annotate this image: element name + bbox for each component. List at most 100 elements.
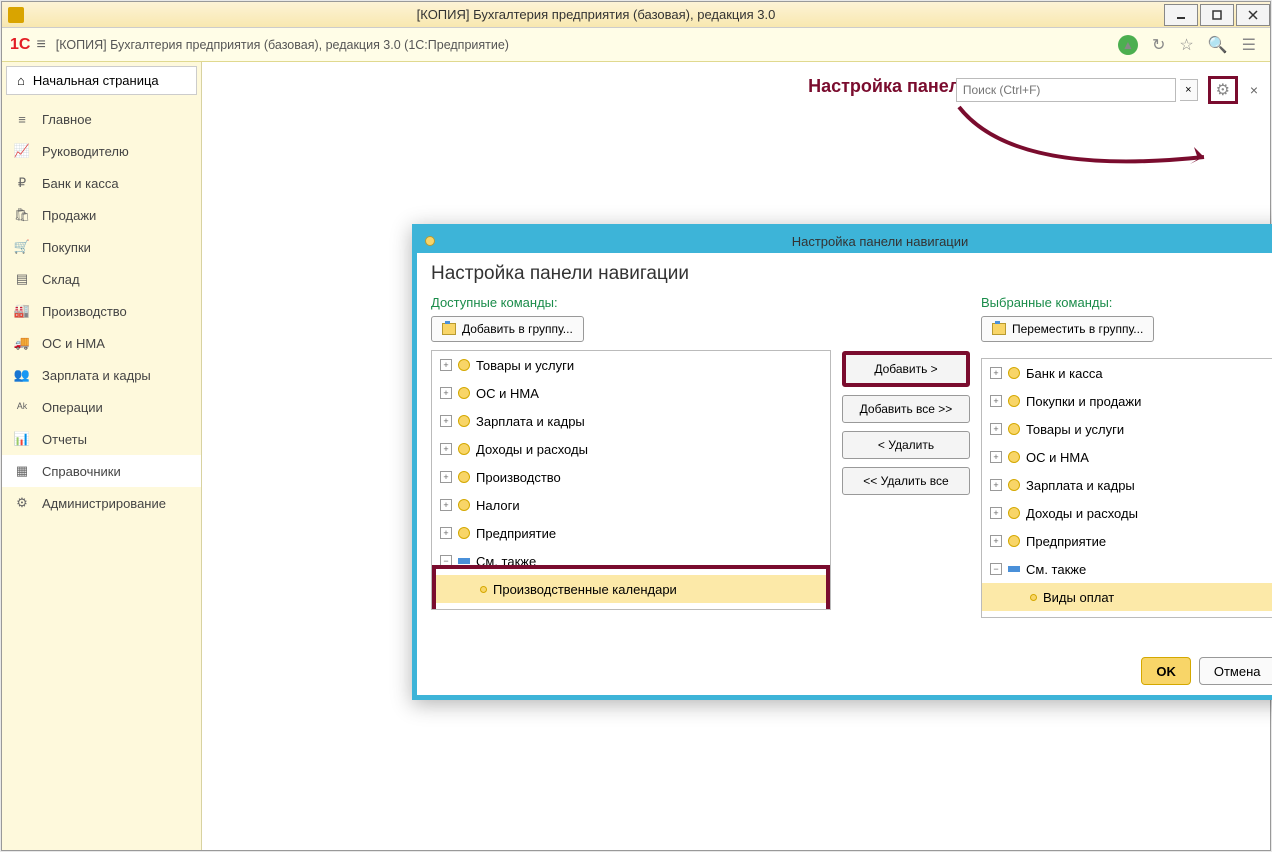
tree-row[interactable]: + Покупки и продажи xyxy=(982,387,1272,415)
tree-row[interactable]: +Доходы и расходы xyxy=(432,435,830,463)
expand-icon[interactable]: + xyxy=(440,471,452,483)
sidebar-item[interactable]: ▦Справочники xyxy=(2,455,201,487)
tree-row[interactable]: +Зарплата и кадры xyxy=(982,471,1272,499)
item-icon xyxy=(1030,594,1037,601)
expand-icon[interactable]: + xyxy=(990,423,1002,435)
cancel-button[interactable]: Отмена xyxy=(1199,657,1272,685)
star-icon[interactable]: ☆ xyxy=(1179,35,1193,55)
tree-row[interactable]: +Доходы и расходы xyxy=(982,499,1272,527)
sidebar-icon: 🏭 xyxy=(14,303,30,319)
sidebar-icon: ₽ xyxy=(14,175,30,191)
bell-icon[interactable]: ▲ xyxy=(1118,35,1138,55)
app-icon xyxy=(8,7,24,23)
sidebar-item[interactable]: 📈Руководителю xyxy=(2,135,201,167)
folder-icon xyxy=(1008,395,1020,407)
minimize-button[interactable] xyxy=(1164,4,1198,26)
tree-row[interactable]: + Товары и услуги xyxy=(432,351,830,379)
tree-label: Производственные календари xyxy=(493,582,677,597)
panel-close-button[interactable]: × xyxy=(1250,82,1258,98)
tree-row[interactable]: +Производство xyxy=(432,463,830,491)
sidebar-item[interactable]: 🛍Продажи xyxy=(2,199,201,231)
tree-row[interactable]: −См. также xyxy=(432,547,830,575)
filter-icon[interactable]: ☰ xyxy=(1242,35,1256,55)
move-to-group-button[interactable]: Переместить в группу... xyxy=(981,316,1154,342)
expand-icon[interactable]: + xyxy=(440,387,452,399)
dialog-heading: Настройка панели навигации xyxy=(431,263,1272,285)
tree-row[interactable]: +Товары и услуги xyxy=(982,415,1272,443)
folder-icon xyxy=(1008,479,1020,491)
tree-row[interactable]: +Предприятие xyxy=(432,519,830,547)
sidebar-label: Главное xyxy=(42,112,92,127)
available-tree[interactable]: + Товары и услуги +ОС и НМА+Зарплата и кад… xyxy=(431,350,831,610)
sidebar-icon: 🛒 xyxy=(14,239,30,255)
ok-button[interactable]: OK xyxy=(1141,657,1191,685)
folder-icon xyxy=(1008,423,1020,435)
tree-row[interactable]: −См. также xyxy=(982,555,1272,583)
tree-row[interactable]: +ОС и НМА xyxy=(432,379,830,407)
sidebar-item[interactable]: 👥Зарплата и кадры xyxy=(2,359,201,391)
expand-icon[interactable]: + xyxy=(990,367,1002,379)
sidebar-item[interactable]: 🏭Производство xyxy=(2,295,201,327)
expand-icon[interactable]: + xyxy=(440,359,452,371)
folder-icon xyxy=(458,387,470,399)
sidebar-item[interactable]: 🚚ОС и НМА xyxy=(2,327,201,359)
add-to-group-button[interactable]: Добавить в группу... xyxy=(431,316,584,342)
expand-icon[interactable]: + xyxy=(990,395,1002,407)
expand-icon[interactable]: + xyxy=(990,451,1002,463)
sidebar-item[interactable]: ⚙Администрирование xyxy=(2,487,201,519)
collapse-icon[interactable]: − xyxy=(990,563,1002,575)
expand-icon[interactable]: + xyxy=(990,479,1002,491)
annotation-arrow xyxy=(954,102,1234,192)
remove-all-button[interactable]: << Удалить все xyxy=(842,467,970,495)
sidebar-item[interactable]: ₽Банк и касса xyxy=(2,167,201,199)
folder-icon xyxy=(1008,367,1020,379)
tree-row[interactable]: + Банк и касса xyxy=(982,359,1272,387)
sidebar-icon: ≡ xyxy=(14,111,30,127)
sidebar-item[interactable]: ᴬᵏОперации xyxy=(2,391,201,423)
move-to-group-label: Переместить в группу... xyxy=(1012,322,1143,336)
history-icon[interactable]: ↻ xyxy=(1152,35,1165,55)
selected-label: Выбранные команды: xyxy=(981,295,1272,310)
settings-button[interactable]: ⚙ xyxy=(1208,76,1238,104)
expand-icon[interactable]: + xyxy=(440,527,452,539)
close-button[interactable] xyxy=(1236,4,1270,26)
search-icon[interactable]: 🔍 xyxy=(1208,35,1228,55)
sidebar-icon: ▦ xyxy=(14,463,30,479)
tree-row[interactable]: + Налоги xyxy=(432,491,830,519)
tree-row[interactable]: +ОС и НМА xyxy=(982,443,1272,471)
tree-label: Товары и услуги xyxy=(476,358,574,373)
dialog-titlebar: Настройка панели навигации — □ ✕ xyxy=(417,229,1272,253)
menu-icon[interactable]: ≡ xyxy=(36,36,45,54)
expand-icon[interactable]: + xyxy=(990,535,1002,547)
tree-label: Покупки и продажи xyxy=(1026,394,1141,409)
sidebar-item[interactable]: 🛒Покупки xyxy=(2,231,201,263)
maximize-button[interactable] xyxy=(1200,4,1234,26)
tree-row[interactable]: Производственные календари xyxy=(432,575,830,603)
selected-tree[interactable]: + Банк и касса + Покупки и продажи +Товары и… xyxy=(981,358,1272,618)
search-input[interactable] xyxy=(956,78,1176,102)
folder-icon xyxy=(1008,507,1020,519)
add-button[interactable]: Добавить > xyxy=(842,351,970,387)
tree-row[interactable]: Виды оплат xyxy=(982,583,1272,611)
sidebar-item[interactable]: ▤Склад xyxy=(2,263,201,295)
os-controls xyxy=(1162,4,1270,26)
folder-icon xyxy=(458,359,470,371)
sidebar: ⌂ Начальная страница ≡ Главное 📈Руководите… xyxy=(2,62,202,850)
search-clear-button[interactable]: × xyxy=(1180,79,1198,101)
tree-label: Налоги xyxy=(476,498,520,513)
sidebar-item[interactable]: ≡ Главное xyxy=(2,103,201,135)
expand-icon[interactable]: + xyxy=(990,507,1002,519)
folder-icon xyxy=(1008,535,1020,547)
expand-icon[interactable]: + xyxy=(440,443,452,455)
tree-row[interactable]: +Зарплата и кадры xyxy=(432,407,830,435)
home-tab[interactable]: ⌂ Начальная страница xyxy=(6,66,197,95)
sidebar-item[interactable]: 📊Отчеты xyxy=(2,423,201,455)
tree-label: Банк и касса xyxy=(1026,366,1103,381)
add-all-button[interactable]: Добавить все >> xyxy=(842,395,970,423)
collapse-icon[interactable]: − xyxy=(440,555,452,567)
tree-row[interactable]: +Предприятие xyxy=(982,527,1272,555)
remove-button[interactable]: < Удалить xyxy=(842,431,970,459)
expand-icon[interactable]: + xyxy=(440,499,452,511)
expand-icon[interactable]: + xyxy=(440,415,452,427)
home-label: Начальная страница xyxy=(33,73,159,88)
